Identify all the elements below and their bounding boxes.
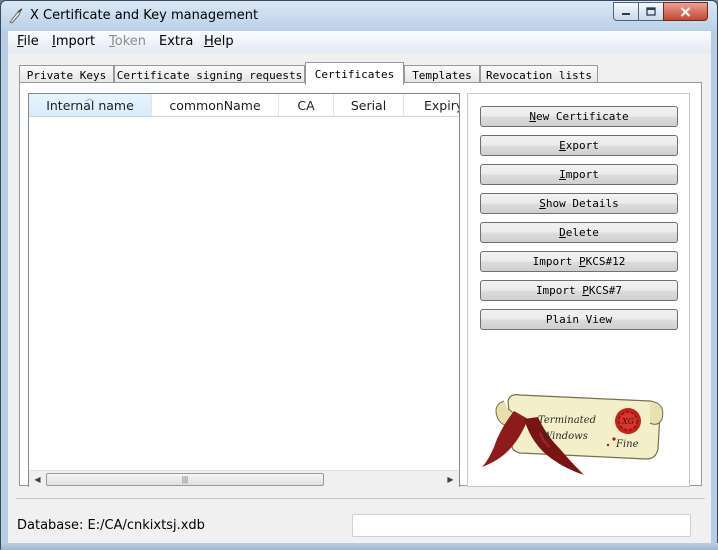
menu-import[interactable]: Import (52, 34, 95, 49)
horizontal-scrollbar[interactable]: ◀ ||| ▶ (29, 470, 459, 487)
app-icon (9, 8, 23, 24)
import-pkcs7-label: KCS#7 (588, 284, 623, 297)
export-mnemonic: E (559, 139, 566, 152)
scroll-seal-logo: XG Terminated Windows Fine (482, 394, 664, 475)
action-button-pane: New Certificate Export Import Show Detai… (467, 93, 690, 487)
column-expiry[interactable]: Expiry (404, 94, 459, 116)
scroll-left-icon[interactable]: ◀ (29, 471, 46, 488)
import-pkcs12-pre: Import (532, 255, 579, 268)
new-certificate-button[interactable]: New Certificate (480, 106, 678, 127)
import-pkcs7-pre: Import (535, 284, 583, 297)
menu-file-label: ile (23, 34, 39, 49)
import-pkcs12-mnemonic: P (578, 255, 586, 268)
delete-button[interactable]: Delete (480, 222, 678, 243)
menu-file[interactable]: File (17, 34, 39, 49)
show-details-label: how Details (545, 197, 619, 210)
import-mnemonic: I (559, 168, 566, 181)
maximize-icon (646, 7, 656, 16)
column-expiry-label: Expiry (424, 98, 459, 113)
plain-view-label: Plain View (545, 313, 613, 326)
export-label: xport (565, 139, 599, 152)
list-header: ︿ Internal name commonName CA Serial Exp… (29, 94, 459, 117)
seal-text: XG (621, 417, 635, 426)
menu-import-label: mport (55, 34, 96, 49)
logo-line-1: Terminated (538, 415, 596, 426)
column-ca-label: CA (297, 98, 315, 113)
column-ca[interactable]: CA (279, 94, 334, 116)
client-area: File Import Token Extra Help Private Key… (8, 31, 711, 543)
minimize-icon (622, 12, 630, 15)
database-status: Database: E:/CA/cnkixtsj.xdb (17, 518, 205, 533)
import-pkcs7-mnemonic: P (582, 284, 589, 297)
import-pkcs12-button[interactable]: Import P KCS#12 (480, 251, 678, 272)
column-serial[interactable]: Serial (334, 94, 404, 116)
tab-certificates[interactable]: Certificates (305, 62, 404, 85)
column-common-name[interactable]: commonName (152, 94, 279, 116)
import-pkcs12-label: KCS#12 (585, 255, 626, 268)
menu-token-label: oken (114, 34, 146, 49)
grip-icon: ||| (181, 475, 189, 484)
new-certificate-label: ew Certificate (535, 110, 629, 123)
import-pkcs7-button[interactable]: Import P KCS#7 (480, 280, 678, 301)
menu-bar: File Import Token Extra Help (8, 31, 711, 53)
scroll-thumb[interactable]: ||| (46, 473, 324, 486)
maximize-button[interactable] (638, 2, 664, 21)
sort-ascending-icon: ︿ (85, 94, 95, 104)
close-button[interactable] (663, 2, 708, 21)
menu-extra[interactable]: Extra (159, 34, 193, 49)
menu-extra-label: Extra (159, 34, 194, 49)
certificates-panel: ︿ Internal name commonName CA Serial Exp… (19, 82, 702, 487)
menu-help-mnemonic: H (204, 34, 214, 49)
close-icon (680, 6, 691, 17)
show-details-button[interactable]: Show Details (480, 193, 678, 214)
status-field (352, 514, 691, 537)
certificate-list[interactable]: ︿ Internal name commonName CA Serial Exp… (28, 93, 460, 487)
menu-help-label: elp (213, 34, 234, 49)
logo-line-3: Fine (615, 439, 639, 450)
logo-line-2: Windows (542, 431, 588, 442)
import-button[interactable]: Import (480, 164, 678, 185)
column-internal-name[interactable]: ︿ Internal name (29, 94, 152, 116)
delete-mnemonic: D (559, 226, 566, 239)
show-details-mnemonic: S (539, 197, 546, 210)
import-label: mport (565, 168, 599, 181)
scroll-right-icon[interactable]: ▶ (442, 471, 459, 488)
menu-help[interactable]: Help (204, 34, 234, 49)
new-certificate-mnemonic: N (529, 110, 536, 123)
column-serial-label: Serial (350, 98, 387, 113)
status-separator (16, 498, 705, 499)
app-window: X Certificate and Key management File Im… (0, 0, 718, 550)
export-button[interactable]: Export (480, 135, 678, 156)
delete-label: elete (565, 226, 599, 239)
menu-token[interactable]: Token (109, 34, 146, 49)
plain-view-button[interactable]: Plain View (480, 309, 678, 330)
title-bar[interactable]: X Certificate and Key management (1, 1, 717, 31)
column-common-name-label: commonName (169, 98, 261, 113)
window-title: X Certificate and Key management (30, 8, 259, 23)
minimize-button[interactable] (613, 2, 639, 21)
